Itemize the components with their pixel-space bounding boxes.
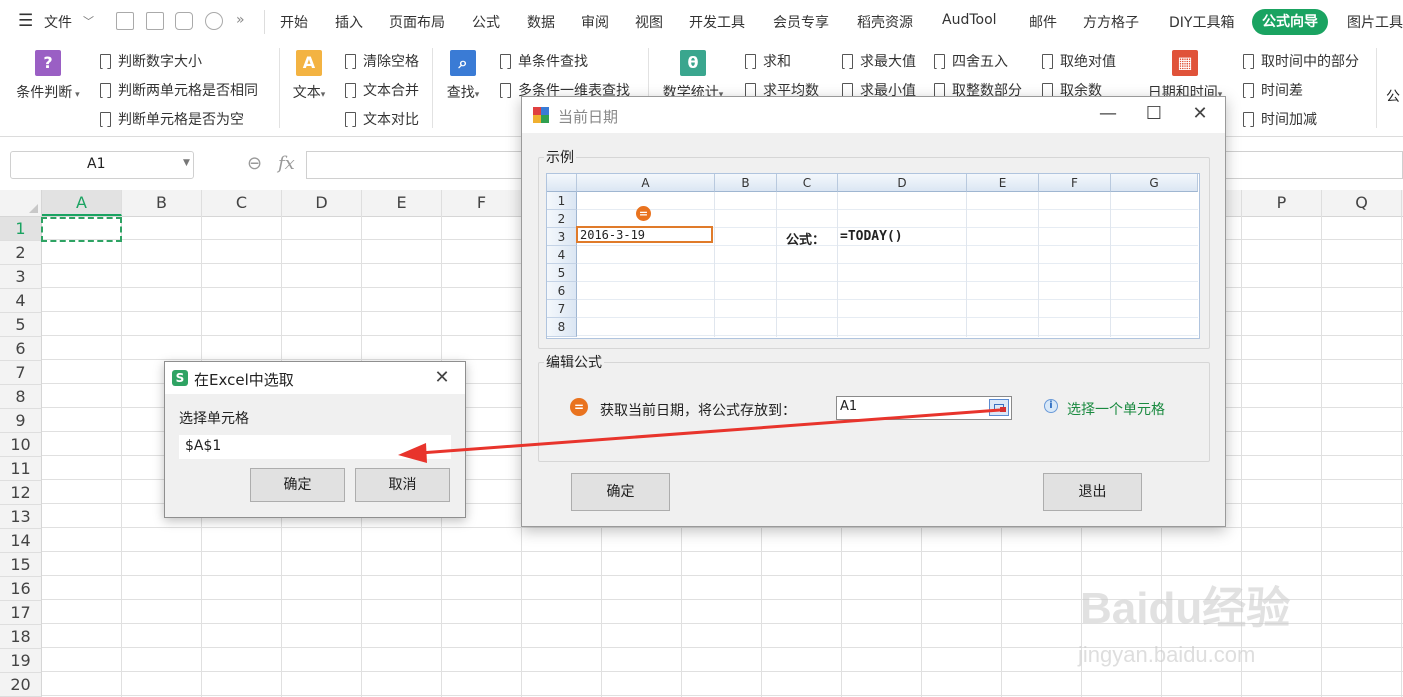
annotation-arrow xyxy=(398,408,1001,463)
